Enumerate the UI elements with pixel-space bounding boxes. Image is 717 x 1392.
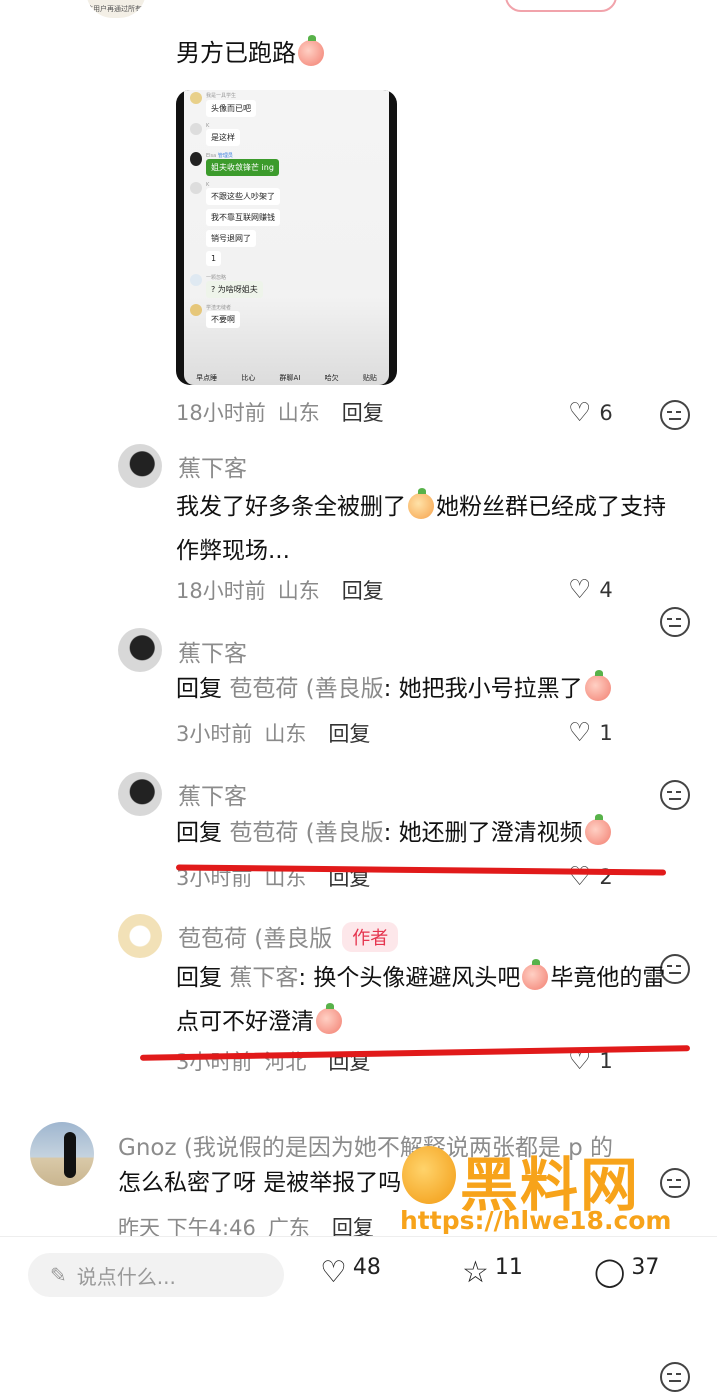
watermark: 黑料网 https://hlwe18.com — [398, 1140, 698, 1240]
avatar[interactable] — [118, 628, 162, 672]
comment-like[interactable]: ♡ 1 — [568, 718, 613, 748]
top-avatar-text: 该用户再通过所有考试 — [86, 5, 146, 13]
comment-meta: 18小时前 山东 回复 — [176, 575, 384, 605]
reply-button[interactable]: 回复 — [342, 397, 384, 427]
reply-button[interactable]: 回复 — [328, 718, 370, 748]
avatar[interactable] — [118, 914, 162, 958]
heart-icon: ♡ — [320, 1255, 347, 1290]
post-like[interactable]: ♡ 6 — [568, 398, 613, 428]
dislike-icon[interactable] — [660, 607, 690, 637]
peach-emoji — [522, 959, 549, 990]
peach-emoji — [316, 1003, 342, 1034]
bottom-star[interactable]: ☆ 11 — [462, 1255, 523, 1290]
chat-toolbar: 早点睡 比心 群聊AI 哈欠 贴贴 — [196, 374, 377, 382]
crying-emoji — [408, 488, 434, 519]
bottom-bar: ✎ 说点什么... ♡ 48 ☆ 11 ◯ 37 — [0, 1236, 717, 1297]
peach-emoji — [298, 35, 324, 66]
comment-user[interactable]: 蕉下客 — [178, 449, 247, 483]
comment-text: 回复 苞苞荷 (善良版: 她还删了澄清视频 — [176, 814, 613, 852]
comment-user[interactable]: 苞苞荷 (善良版 作者 — [178, 919, 399, 953]
author-badge: 作者 — [342, 922, 399, 952]
bottom-like[interactable]: ♡ 48 — [320, 1255, 381, 1290]
star-icon: ☆ — [462, 1255, 489, 1290]
follow-button-partial[interactable] — [505, 0, 617, 12]
comment-like[interactable]: ♡ 4 — [568, 575, 613, 605]
avatar[interactable] — [118, 772, 162, 816]
dislike-icon[interactable] — [660, 780, 690, 810]
comment-text: 回复 苞苞荷 (善良版: 她把我小号拉黑了 — [176, 670, 613, 708]
avatar[interactable] — [30, 1122, 94, 1186]
post-text: 男方已跑路 — [176, 34, 326, 72]
watermark-url: https://hlwe18.com — [400, 1206, 672, 1235]
heart-icon: ♡ — [568, 862, 592, 892]
heart-icon: ♡ — [568, 575, 592, 605]
post-meta: 18小时前 山东 回复 — [176, 397, 384, 427]
comment-user[interactable]: 蕉下客 — [178, 777, 247, 811]
comment-user[interactable]: 蕉下客 — [178, 634, 247, 668]
comment-meta: 3小时前 山东 回复 — [176, 718, 370, 748]
chat-list: 我是一具学生 头像而已吧 K 是这样 Elsa 管理员 姐夫收敛锋芒 ing K 不跟… — [184, 90, 389, 330]
bottom-comment[interactable]: ◯ 37 — [594, 1255, 659, 1288]
comment-like[interactable]: ♡ 2 — [568, 862, 613, 892]
heart-icon: ♡ — [568, 718, 592, 748]
comment-input[interactable]: ✎ 说点什么... — [28, 1253, 284, 1297]
peach-emoji — [584, 814, 611, 845]
top-avatar[interactable]: 该用户再通过所有考试 — [86, 0, 146, 18]
comment-icon: ◯ — [594, 1255, 626, 1288]
comment-text: 回复 蕉下客: 换个头像避避风头吧 毕竟他的雷点可不好澄清 — [176, 959, 666, 1035]
avatar[interactable] — [118, 444, 162, 488]
heart-icon: ♡ — [568, 398, 592, 428]
post-image[interactable]: 我是一具学生 头像而已吧 K 是这样 Elsa 管理员 姐夫收敛锋芒 ing K 不跟… — [176, 90, 397, 385]
dislike-icon[interactable] — [660, 400, 690, 430]
watermark-logo-icon — [402, 1146, 456, 1204]
peach-emoji — [584, 670, 611, 701]
comment-text: 怎么私密了呀 是被举报了吗 — [118, 1170, 402, 1196]
comment-text: 我发了好多条全被删了 她粉丝群已经成了支持作弊现场... — [176, 488, 666, 564]
pen-icon: ✎ — [50, 1263, 67, 1287]
reply-button[interactable]: 回复 — [342, 575, 384, 605]
dislike-icon[interactable] — [660, 1362, 690, 1392]
